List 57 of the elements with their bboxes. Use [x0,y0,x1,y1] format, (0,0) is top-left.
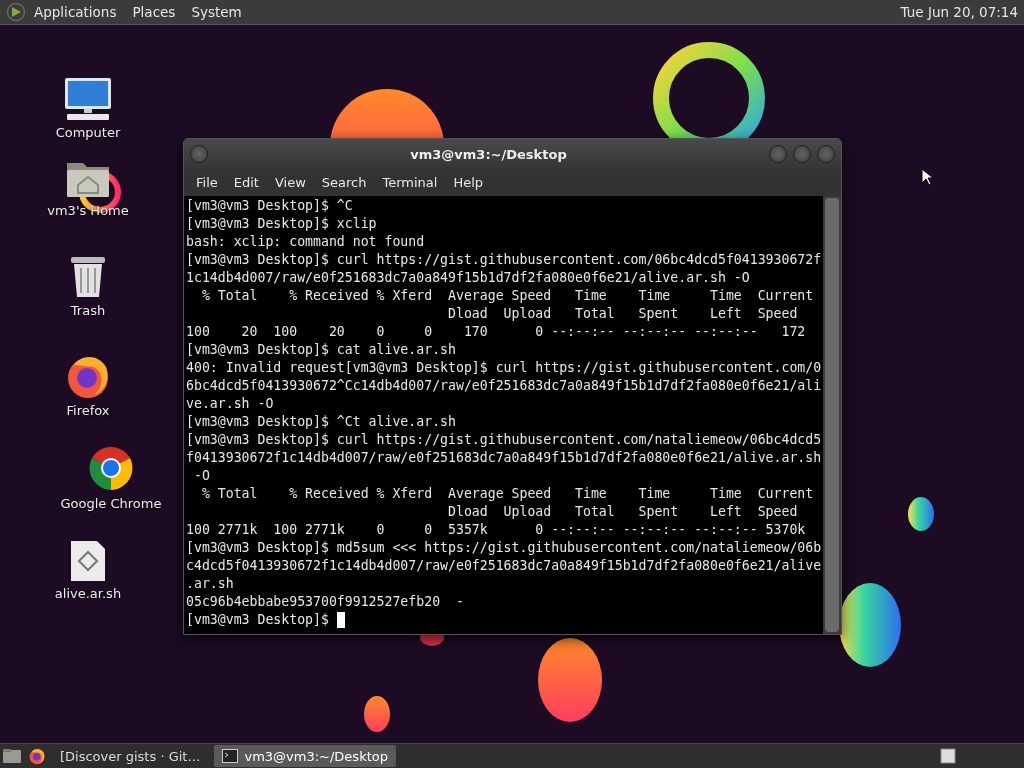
terminal-line: 1c14db4d007/raw/e0f251683dc7a0a849f15b1d7df2fa080e0f6e21/alive.ar.sh -O [186,269,750,287]
maximize-button[interactable] [793,145,811,163]
terminal-line: % Total % Received % Xferd Average Speed Time Time Time Current [200,287,814,305]
window-title: vm3@vm3:~/Desktop [409,146,568,162]
text-cursor [336,612,345,628]
terminal-line: Dload Upload Total Spent Left Speed [447,305,798,323]
terminal-line: Dload Upload Total Spent Left Speed [447,503,798,521]
panel-menu[interactable]: System [183,4,250,20]
terminal-line: c4dcd5f0413930672f1c14db4d007/raw/e0f251683dc7a0a849f15b1d7df2fa080e0f6e21/alive [186,557,822,575]
terminal-line: [vm3@vm3 Desktop]$ [186,611,329,629]
menu-item[interactable]: Help [445,175,492,190]
round-logo-icon [87,444,135,492]
trash-icon [68,255,108,299]
panel-menu[interactable]: Applications [26,4,125,20]
menu-item[interactable]: File [188,175,226,190]
taskbar-button[interactable]: vm3@vm3:~/Desktop [214,745,396,767]
menu-item[interactable]: Terminal [374,175,446,190]
desktop-icon-label[interactable]: Computer [55,125,121,140]
terminal-line: % Total % Received % Xferd Average Speed Time Time Time Current [200,485,814,503]
panel-menu[interactable]: Places [124,4,184,20]
terminal-icon [222,749,239,763]
terminal-line: f0413930672f1c14db4d007/raw/e0f251683dc7a0a849f15b1d7df2fa080e0f6e21/alive.ar.sh [186,449,822,467]
show-desktop-icon[interactable] [2,748,22,764]
menu-item[interactable]: Edit [225,175,267,190]
launcher-icon[interactable] [6,2,26,22]
menu-item[interactable]: Search [313,175,375,190]
taskbar-button[interactable]: [Discover gists · Git… [52,745,209,767]
terminal-line: bash: xclip: command not found [186,233,425,251]
workspace-icon[interactable] [940,748,956,764]
terminal-line: 6bc4dcd5f0413930672^Cc14db4d007/raw/e0f251683dc7a0a849f15b1d7df2fa080e0f6e21/ali [186,377,822,395]
terminal-line: -O [192,467,210,485]
terminal-line: .ar.sh [186,575,234,593]
terminal-line: ve.ar.sh -O [186,395,274,413]
terminal-line: [vm3@vm3 Desktop]$ curl https://gist.githubusercontent.com/06bc4dcd5f0413930672f [186,251,822,269]
terminal-line: [vm3@vm3 Desktop]$ ^Ct alive.ar.sh [186,413,456,431]
desktop-icon-label[interactable]: alive.ar.sh [54,586,122,601]
pointer-icon [921,168,933,186]
file-icon [70,540,106,582]
terminal-line: [vm3@vm3 Desktop]$ md5sum <<< https://gist.githubusercontent.com/nataliemeow/06b [186,539,822,557]
minimize-button[interactable] [769,145,787,163]
terminal-line: [vm3@vm3 Desktop]$ ^C [186,197,353,215]
menu-item[interactable]: View [266,175,314,190]
terminal-line: [vm3@vm3 Desktop]$ xclip [186,215,377,233]
computer-icon [63,77,113,121]
terminal-line: [vm3@vm3 Desktop]$ cat alive.ar.sh [186,341,456,359]
flame-globe-icon[interactable] [28,747,46,765]
terminal-line: 400: Invalid request[vm3@vm3 Desktop]$ curl https://gist.githubusercontent.com/0 [186,359,822,377]
terminal-line: 100 2771k 100 2771k 0 0 5357k 0 --:--:-- --:--:-- --:--:-- 5370k [186,521,806,539]
desktop-icon-label[interactable]: Google Chrome [60,496,162,511]
clock[interactable]: Tue Jun 20, 07:14 [900,4,1018,20]
window-menu-button[interactable] [190,145,208,163]
desktop-icon-label[interactable]: Firefox [66,403,110,418]
terminal-line: [vm3@vm3 Desktop]$ curl https://gist.githubusercontent.com/nataliemeow/06bc4dcd5 [186,431,822,449]
desktop-icon-label[interactable]: Trash [70,303,106,318]
terminal-line: 100 20 100 20 0 0 170 0 --:--:-- --:--:-- --:--:-- 172 [186,323,806,341]
close-button[interactable] [817,145,835,163]
terminal-line: 05c96b4ebbabe953700f9912527efb20 - [186,593,464,611]
